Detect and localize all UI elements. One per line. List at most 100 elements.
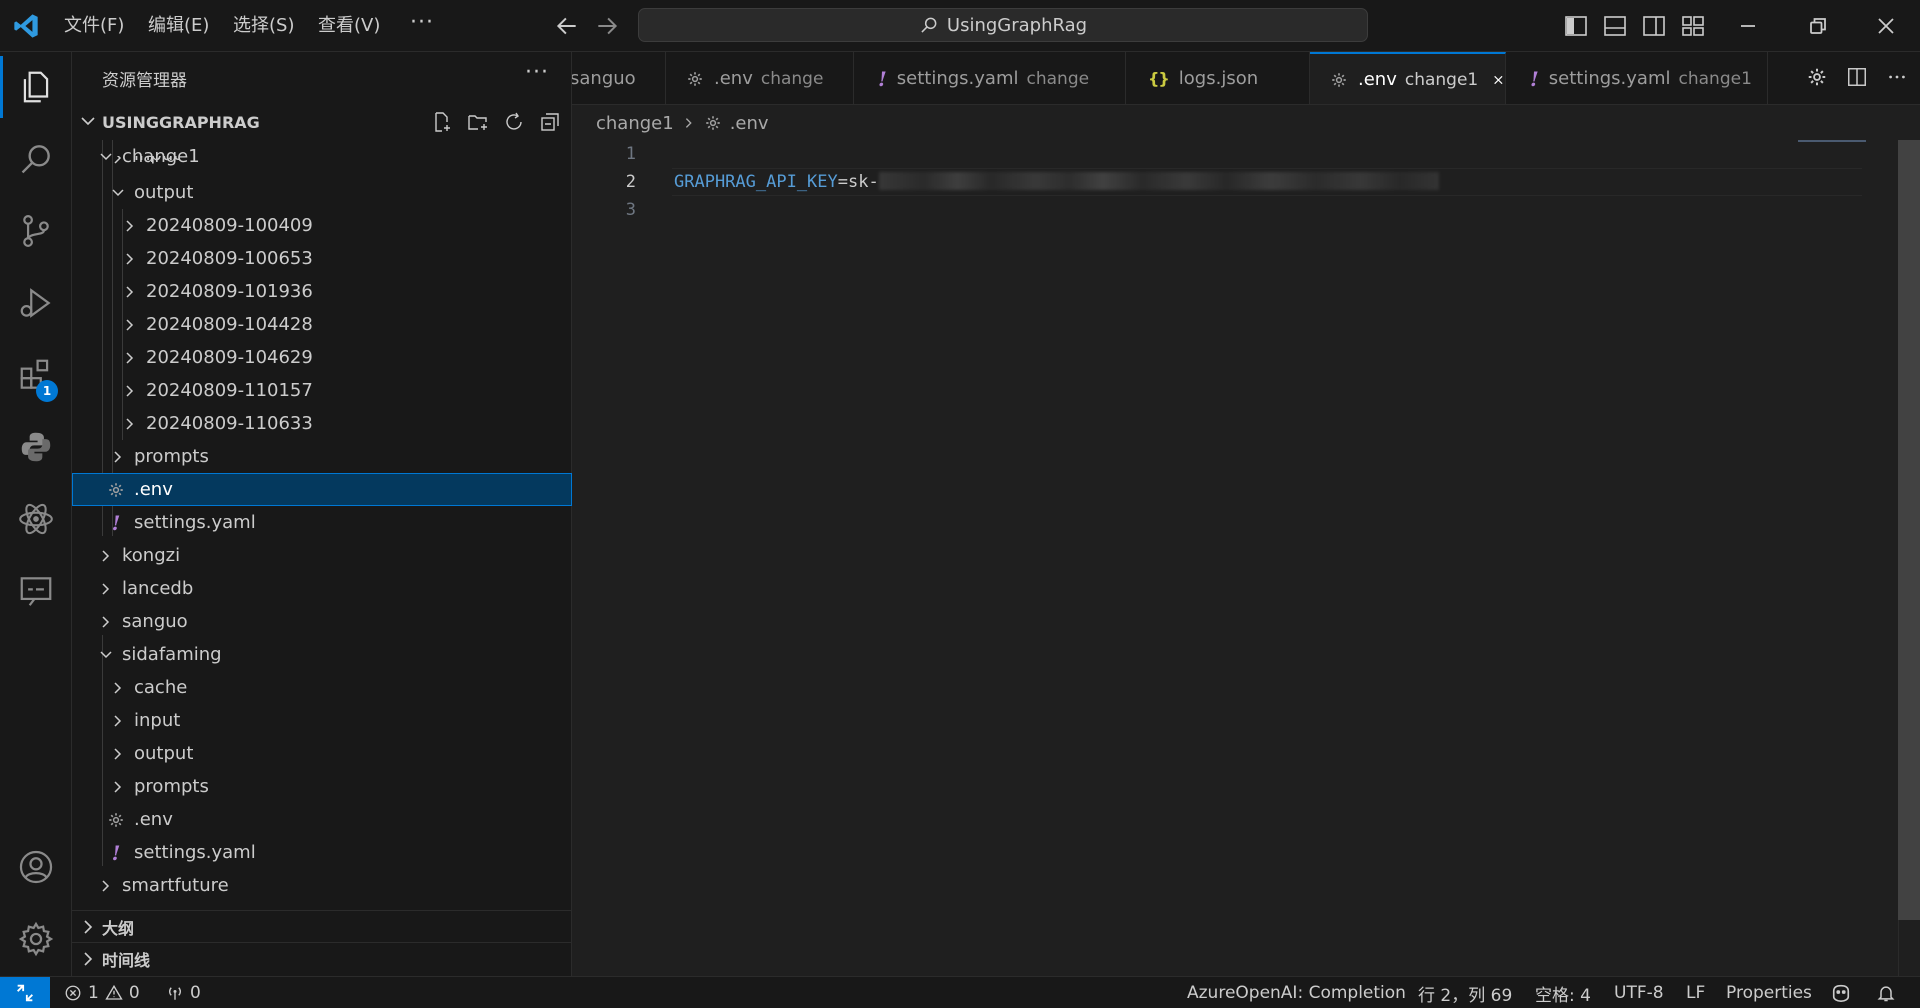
explorer-icon xyxy=(23,71,49,103)
eol-status[interactable]: LF xyxy=(1686,982,1705,1004)
new-folder-icon[interactable] xyxy=(466,110,490,134)
tree-folder-run[interactable]: 20240809-110633 xyxy=(72,407,572,440)
tab-settings-yaml-change[interactable]: ! settings.yaml change xyxy=(854,52,1126,104)
tree-file-env[interactable]: .env xyxy=(72,803,572,836)
menu-more-button[interactable]: ··· xyxy=(410,10,434,35)
tab-env-change[interactable]: .env change xyxy=(666,52,854,104)
customize-layout-icon[interactable] xyxy=(1681,14,1705,38)
tree-folder-prompts[interactable]: prompts xyxy=(72,770,572,803)
tree-folder-run[interactable]: 20240809-110157 xyxy=(72,374,572,407)
chevron-right-icon xyxy=(126,385,134,397)
close-tab-icon[interactable] xyxy=(1492,71,1505,89)
tree-folder-sanguo[interactable]: sanguo xyxy=(72,605,572,638)
chevron-right-icon xyxy=(84,952,93,966)
language-mode[interactable]: Properties xyxy=(1726,982,1812,1004)
workspace-folder-header[interactable]: USINGGRAPHRAG xyxy=(72,106,572,138)
toggle-secondary-sidebar-icon[interactable] xyxy=(1642,14,1666,38)
outline-section-header[interactable]: 大纲 xyxy=(72,910,572,942)
tree-file-settings-yaml[interactable]: ! settings.yaml xyxy=(72,506,572,539)
menu-selection[interactable]: 选择(S) xyxy=(233,14,294,38)
encoding-status[interactable]: UTF-8 xyxy=(1614,982,1664,1004)
tree-folder-cache[interactable]: cache xyxy=(72,671,572,704)
tree-folder-run[interactable]: 20240809-104428 xyxy=(72,308,572,341)
warning-count: 0 xyxy=(128,983,140,1003)
tree-folder-input[interactable]: input xyxy=(72,704,572,737)
gear-icon[interactable] xyxy=(1806,66,1828,88)
tree-folder-kongzi[interactable]: kongzi xyxy=(72,539,572,572)
code-editor[interactable]: 1 2 3 GRAPHRAG_API_KEY=sk- xyxy=(572,140,1920,976)
tree-folder-run[interactable]: 20240809-101936 xyxy=(72,275,572,308)
new-file-icon[interactable] xyxy=(430,110,454,134)
copilot-status[interactable] xyxy=(1830,982,1852,1004)
vscode-logo-icon[interactable] xyxy=(12,12,40,40)
activity-run-debug[interactable] xyxy=(0,268,72,338)
collapse-all-icon[interactable] xyxy=(538,110,562,134)
chevron-right-icon xyxy=(114,451,122,463)
tree-folder-smartfuture[interactable]: smartfuture xyxy=(72,869,572,902)
notifications-button[interactable] xyxy=(1876,982,1896,1004)
activity-explorer[interactable] xyxy=(0,52,72,122)
activity-react[interactable] xyxy=(0,484,72,554)
command-center-search[interactable]: UsingGraphRag xyxy=(638,8,1368,42)
menu-view[interactable]: 查看(V) xyxy=(318,14,380,38)
toggle-primary-sidebar-icon[interactable] xyxy=(1564,14,1588,38)
tree-item-label: 20240809-100409 xyxy=(146,215,313,236)
tab-env-change1[interactable]: .env change1 xyxy=(1310,52,1506,104)
redacted-secret xyxy=(878,171,1439,190)
indentation-status[interactable]: 空格: 4 xyxy=(1535,982,1591,1006)
yaml-file-icon: ! xyxy=(1530,66,1539,91)
activity-source-control[interactable] xyxy=(0,196,72,266)
refresh-icon[interactable] xyxy=(502,110,526,134)
activity-search[interactable] xyxy=(0,124,72,194)
menu-file[interactable]: 文件(F) xyxy=(64,14,124,38)
tree-folder-output[interactable]: output xyxy=(72,737,572,770)
tree-folder-prompts[interactable]: prompts xyxy=(72,440,572,473)
tab-settings-yaml-change1[interactable]: ! settings.yaml change1 xyxy=(1506,52,1768,104)
scrollbar-thumb[interactable] xyxy=(1898,140,1920,920)
restore-icon[interactable] xyxy=(1804,12,1832,40)
forward-arrow-icon[interactable] xyxy=(594,13,620,39)
chevron-right-icon xyxy=(114,715,122,727)
tree-folder-lancedb[interactable]: lancedb xyxy=(72,572,572,605)
activity-manage[interactable] xyxy=(0,904,72,974)
tree-file-settings-yaml[interactable]: ! settings.yaml xyxy=(72,836,572,869)
breadcrumb-file[interactable]: .env xyxy=(730,113,769,134)
split-editor-icon[interactable] xyxy=(1846,66,1868,88)
more-actions-icon[interactable] xyxy=(1886,66,1908,88)
close-window-icon[interactable] xyxy=(1872,12,1900,40)
tab-logs-json[interactable]: {} logs.json xyxy=(1126,52,1310,104)
activity-accounts[interactable] xyxy=(0,832,72,902)
tab-sanguo[interactable]: sanguo xyxy=(572,52,666,104)
language-status[interactable]: AzureOpenAI: Completion xyxy=(1187,982,1406,1004)
sidebar-more-button[interactable]: ··· xyxy=(525,60,549,85)
minimize-icon[interactable] xyxy=(1734,12,1762,40)
tree-folder-run[interactable]: 20240809-100409 xyxy=(72,209,572,242)
tree-folder-input[interactable]: input xyxy=(72,156,572,174)
activity-python[interactable] xyxy=(0,412,72,482)
activity-remote-explorer[interactable] xyxy=(0,556,72,626)
tab-description: change1 xyxy=(1678,68,1752,89)
tab-label: settings.yaml xyxy=(1548,68,1671,89)
tree-folder-run[interactable]: 20240809-100653 xyxy=(72,242,572,275)
breadcrumb-folder[interactable]: change1 xyxy=(596,113,674,134)
ports-indicator[interactable]: 0 xyxy=(166,982,201,1004)
problems-indicator[interactable]: 1 0 xyxy=(64,982,140,1004)
tree-item-label: sanguo xyxy=(122,611,188,632)
timeline-section-header[interactable]: 时间线 xyxy=(72,942,572,974)
remote-indicator-button[interactable] xyxy=(0,977,50,1008)
toggle-panel-icon[interactable] xyxy=(1603,14,1627,38)
bell-icon xyxy=(1877,986,1895,1002)
chevron-right-icon xyxy=(126,253,134,265)
menu-edit[interactable]: 编辑(E) xyxy=(148,14,209,38)
minimap[interactable] xyxy=(1798,140,1866,142)
code-line[interactable]: GRAPHRAG_API_KEY=sk- xyxy=(674,168,1439,196)
tree-file-env[interactable]: .env xyxy=(72,473,572,506)
cursor-position[interactable]: 行 2，列 69 xyxy=(1418,982,1512,1006)
chevron-down-icon xyxy=(100,651,112,659)
tree-folder-output[interactable]: output xyxy=(72,176,572,209)
tree-folder-run[interactable]: 20240809-104629 xyxy=(72,341,572,374)
back-arrow-icon[interactable] xyxy=(554,13,580,39)
tree-folder-sidafaming[interactable]: sidafaming xyxy=(72,638,572,671)
activity-extensions[interactable]: 1 xyxy=(0,340,72,410)
editor-scrollbar[interactable] xyxy=(1898,140,1920,976)
